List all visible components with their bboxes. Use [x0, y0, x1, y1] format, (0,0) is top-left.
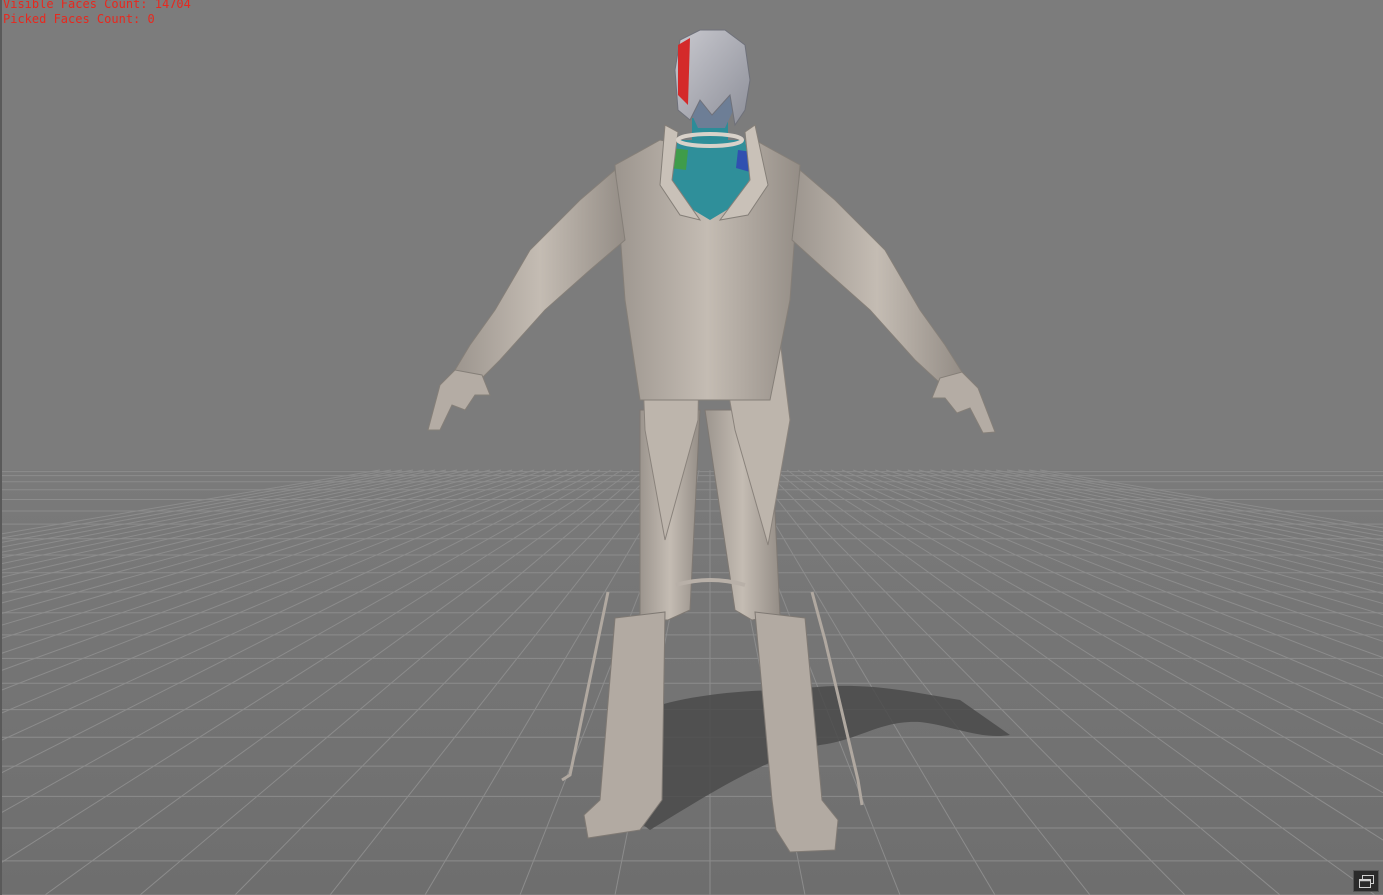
restore-viewport-button[interactable] [1353, 870, 1379, 892]
3d-viewport[interactable]: Visible Faces Count: 14704 Picked Faces … [0, 0, 1383, 895]
scene-render [0, 0, 1383, 895]
viewport-left-border [0, 0, 2, 895]
picked-faces-count: Picked Faces Count: 0 [3, 12, 155, 26]
visible-faces-count: Visible Faces Count: 14704 [3, 0, 191, 11]
hair-red-streak [678, 38, 690, 105]
restore-window-icon [1359, 875, 1374, 888]
